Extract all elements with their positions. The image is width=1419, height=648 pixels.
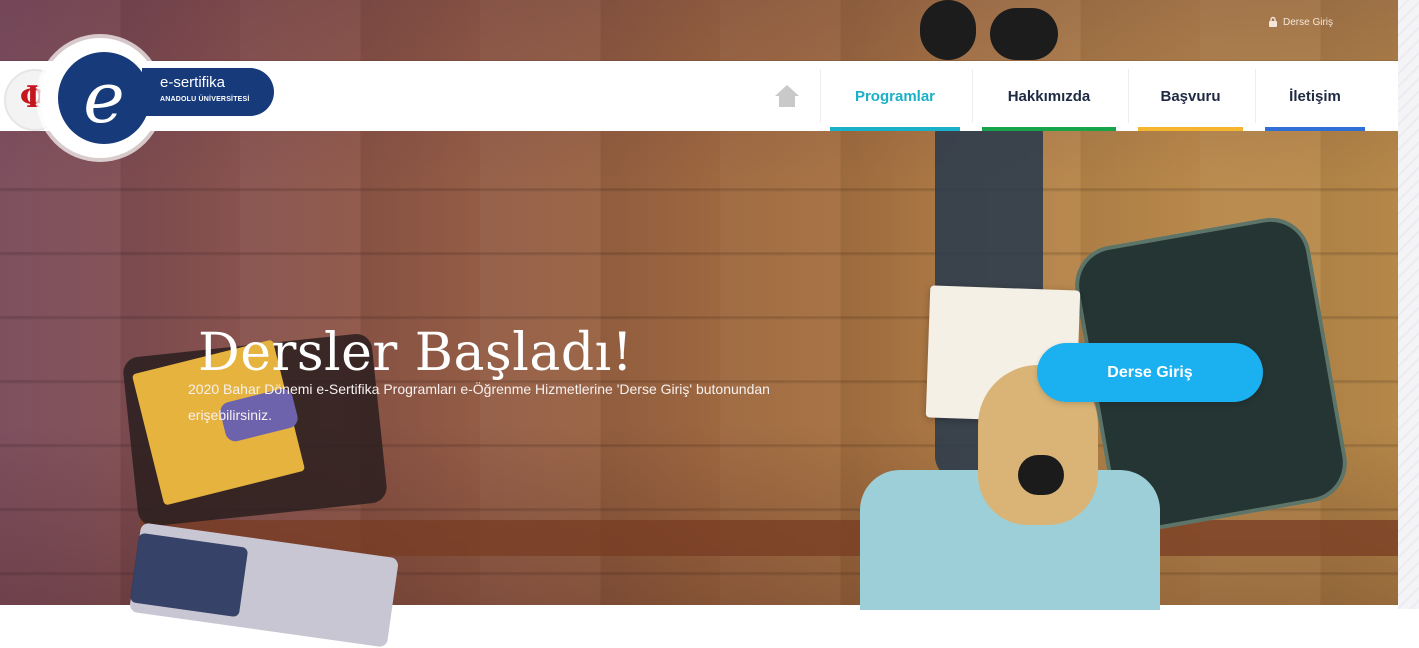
shoe-image [920,0,976,60]
nav-underline-hakkimizda [982,127,1116,131]
nav-item-programlar[interactable]: Programlar [830,61,960,131]
top-login-link[interactable]: Derse Giriş [1268,16,1333,28]
shoe-image-2 [990,8,1058,60]
nav-underline-programlar [830,127,960,131]
nav-item-label: Programlar [854,87,936,105]
nav-item-iletisim[interactable]: İletişim [1265,61,1365,131]
home-icon [775,85,799,107]
logo-e-letter: e [83,57,125,139]
laptop-screen-image [129,532,249,618]
nav-divider [1128,69,1129,123]
derse-giris-button[interactable]: Derse Giriş [1037,343,1263,402]
hero-subtitle: 2020 Bahar Dönemi e-Sertifika Programlar… [188,381,770,423]
home-button[interactable] [770,79,804,113]
nav-divider [1255,69,1256,123]
brand-logo[interactable]: Φ e e-sertifika ANADOLU ÜNİVERSİTESİ [0,34,290,159]
hero-title: Dersler Başladı! [198,322,634,383]
nav-item-label: Hakkımızda [1007,87,1091,105]
lock-icon [1269,16,1277,27]
nav-underline-basvuru [1138,127,1243,131]
hair-tie-image [1018,455,1064,495]
nav-underline-iletisim [1265,127,1365,131]
nav-item-basvuru[interactable]: Başvuru [1138,61,1243,131]
logo-subtitle: ANADOLU ÜNİVERSİTESİ [160,96,250,103]
derse-giris-button-label: Derse Giriş [1107,363,1193,381]
logo-title: e-sertifika [160,74,226,91]
page-edge-pattern [1398,0,1419,609]
nav-divider [820,69,821,123]
logo-e-emblem: e [58,52,150,144]
nav-item-label: İletişim [1289,87,1341,105]
nav-item-label: Başvuru [1160,87,1221,105]
top-login-label: Derse Giriş [1283,16,1334,28]
nav-divider [972,69,973,123]
nav-item-hakkimizda[interactable]: Hakkımızda [982,61,1116,131]
